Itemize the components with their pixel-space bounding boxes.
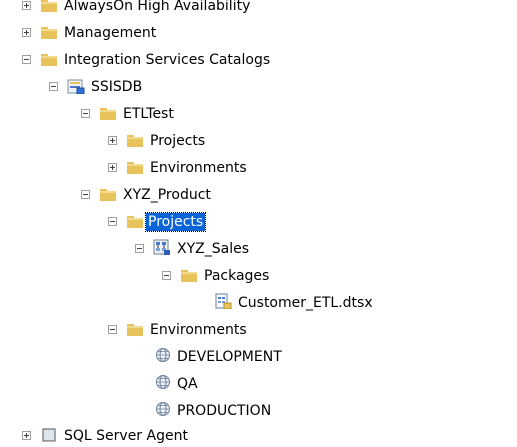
- folder-icon: [41, 27, 57, 39]
- package-file-icon: [215, 293, 232, 309]
- tree-node-label: Integration Services Catalogs: [64, 52, 271, 68]
- tree-node-packages[interactable]: Packages: [0, 265, 517, 287]
- expand-icon[interactable]: [22, 28, 31, 37]
- folder-icon: [127, 324, 143, 336]
- ssis-project-icon: [153, 239, 170, 255]
- tree-node-label: Customer_ETL.dtsx: [238, 295, 373, 311]
- tree-node-label: QA: [177, 376, 198, 392]
- collapse-icon[interactable]: [108, 217, 117, 226]
- object-explorer-tree: AlwaysOn High Availability Management In…: [0, 0, 517, 444]
- tree-node-label: ETLTest: [123, 106, 174, 122]
- folder-icon: [127, 216, 143, 228]
- collapse-icon[interactable]: [81, 109, 90, 118]
- tree-node-customer-etl-dtsx[interactable]: Customer_ETL.dtsx: [0, 292, 517, 314]
- collapse-icon[interactable]: [135, 244, 144, 253]
- expand-icon[interactable]: [22, 431, 31, 440]
- folder-icon: [41, 54, 57, 66]
- collapse-icon[interactable]: [81, 190, 90, 199]
- collapse-icon[interactable]: [22, 55, 31, 64]
- expand-icon[interactable]: [108, 163, 117, 172]
- tree-node-label: DEVELOPMENT: [177, 349, 282, 365]
- tree-node-label: AlwaysOn High Availability: [64, 0, 251, 14]
- collapse-icon[interactable]: [108, 325, 117, 334]
- tree-node-etltest[interactable]: ETLTest: [0, 103, 517, 125]
- tree-node-env-qa[interactable]: QA: [0, 373, 517, 395]
- tree-node-label: SSISDB: [91, 79, 143, 95]
- folder-icon: [127, 135, 143, 147]
- tree-node-label: XYZ_Sales: [177, 241, 249, 257]
- folder-icon: [181, 270, 197, 282]
- folder-icon: [127, 162, 143, 174]
- tree-node-integration-services-catalogs[interactable]: Integration Services Catalogs: [0, 49, 517, 71]
- catalog-db-icon: [67, 79, 85, 94]
- tree-node-ssisdb[interactable]: SSISDB: [0, 76, 517, 98]
- tree-node-alwayson[interactable]: AlwaysOn High Availability: [0, 0, 517, 17]
- tree-node-label: Environments: [150, 160, 247, 176]
- expand-icon[interactable]: [22, 1, 31, 10]
- tree-node-xyz-environments[interactable]: Environments: [0, 319, 517, 341]
- tree-node-label: XYZ_Product: [123, 187, 211, 203]
- tree-node-xyz-product[interactable]: XYZ_Product: [0, 184, 517, 206]
- folder-icon: [100, 108, 116, 120]
- tree-node-xyz-projects[interactable]: Projects: [0, 211, 517, 233]
- tree-node-env-production[interactable]: PRODUCTION: [0, 400, 517, 422]
- tree-node-etltest-projects[interactable]: Projects: [0, 130, 517, 152]
- tree-node-label: Packages: [204, 268, 270, 284]
- tree-node-etltest-environments[interactable]: Environments: [0, 157, 517, 179]
- tree-node-sql-server-agent[interactable]: SQL Server Agent: [0, 425, 517, 447]
- environment-globe-icon: [156, 402, 170, 416]
- tree-node-xyz-sales[interactable]: XYZ_Sales: [0, 238, 517, 260]
- tree-node-env-development[interactable]: DEVELOPMENT: [0, 346, 517, 368]
- tree-node-label: PRODUCTION: [177, 403, 272, 419]
- collapse-icon[interactable]: [162, 271, 171, 280]
- environment-globe-icon: [156, 375, 170, 389]
- environment-globe-icon: [156, 348, 170, 362]
- expand-icon[interactable]: [108, 136, 117, 145]
- tree-node-label: Projects: [150, 133, 206, 149]
- tree-node-label: SQL Server Agent: [64, 428, 188, 444]
- folder-icon: [100, 189, 116, 201]
- tree-node-label: Environments: [150, 322, 247, 338]
- folder-icon: [41, 0, 57, 12]
- tree-node-label-selected: Projects: [144, 212, 207, 232]
- collapse-icon[interactable]: [49, 82, 58, 91]
- agent-icon: [42, 428, 56, 442]
- tree-node-management[interactable]: Management: [0, 22, 517, 44]
- tree-node-label: Management: [64, 25, 157, 41]
